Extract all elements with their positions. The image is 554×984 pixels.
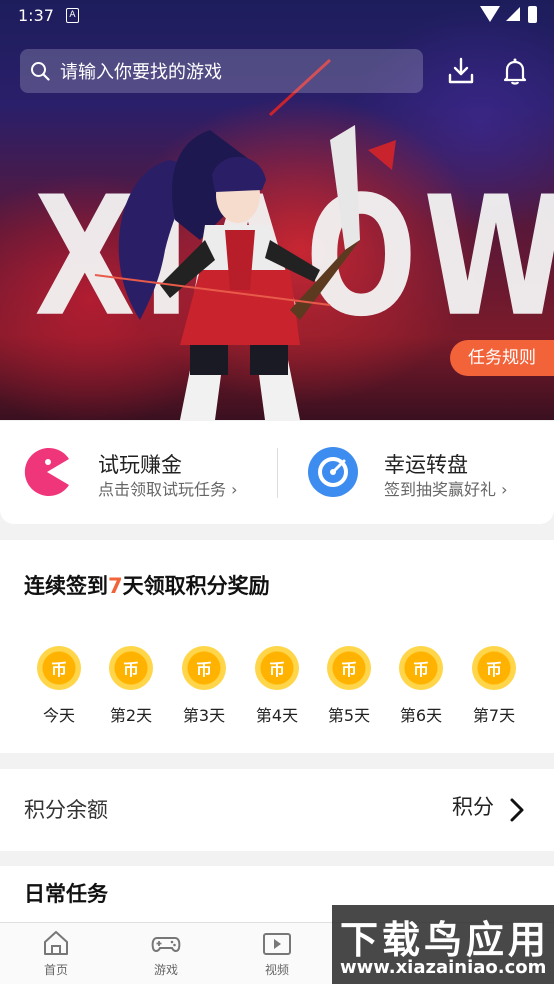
signin-title-highlight: 7: [108, 574, 123, 598]
nav-label-video: 视频: [264, 963, 289, 977]
daily-tasks-title: 日常任务: [24, 882, 108, 906]
search-icon: [31, 62, 50, 81]
signin-day-label: 第3天: [182, 706, 226, 725]
home-icon: [44, 931, 68, 955]
bell-icon[interactable]: [500, 56, 530, 86]
lucky-wheel-subtitle: 签到抽奖赢好礼 ›: [384, 480, 508, 499]
signin-day[interactable]: 币第5天: [317, 646, 381, 726]
quick-actions-card: 试玩赚金 点击领取试玩任务 › 幸运转盘 签到抽奖赢好礼 ›: [0, 421, 554, 524]
chevron-right-icon: [510, 798, 524, 822]
download-icon[interactable]: [446, 56, 476, 86]
task-rules-button[interactable]: 任务规则: [450, 340, 554, 376]
signin-day-label: 第6天: [399, 706, 443, 725]
signin-section: 连续签到7天领取积分奖励 币今天 币第2天 币第3天 币第4天 币第5天 币第6…: [0, 540, 554, 753]
wifi-icon: [480, 6, 500, 22]
signin-title-suffix: 天领取积分奖励: [122, 574, 270, 598]
coin-icon: 币: [399, 646, 443, 690]
pacman-icon: [24, 448, 72, 496]
nav-label-games: 游戏: [153, 963, 178, 977]
coin-icon: 币: [182, 646, 226, 690]
trial-earn-entry[interactable]: 试玩赚金 点击领取试玩任务 ›: [0, 421, 277, 524]
status-time: 1:37: [18, 6, 54, 25]
signin-day[interactable]: 币今天: [27, 646, 91, 726]
signin-day-label: 第5天: [327, 706, 371, 725]
trial-earn-title: 试玩赚金: [98, 453, 182, 477]
lucky-wheel-title: 幸运转盘: [384, 453, 468, 477]
signin-day[interactable]: 币第2天: [99, 646, 163, 726]
nav-item-home[interactable]: 首页: [16, 929, 96, 978]
coin-icon: 币: [109, 646, 153, 690]
signin-day[interactable]: 币第3天: [172, 646, 236, 726]
signin-day-label: 今天: [42, 706, 75, 725]
notification-indicator-icon: A: [66, 8, 79, 23]
trial-earn-subtitle: 点击领取试玩任务 ›: [98, 480, 238, 499]
points-balance-label: 积分余额: [24, 798, 108, 822]
coin-icon: 币: [327, 646, 371, 690]
battery-icon: [528, 6, 537, 23]
nav-label-home: 首页: [43, 963, 68, 977]
nav-item-video[interactable]: 视频: [237, 929, 317, 978]
signin-title: 连续签到7天领取积分奖励: [24, 570, 270, 600]
signin-day-label: 第2天: [109, 706, 153, 725]
signal-icon: [506, 7, 520, 21]
signin-days: 币今天 币第2天 币第3天 币第4天 币第5天 币第6天 币第7天: [0, 646, 554, 736]
signin-day-label: 第7天: [472, 706, 516, 725]
gamepad-icon: [151, 937, 181, 952]
signin-title-prefix: 连续签到: [24, 574, 108, 598]
signin-day[interactable]: 币第4天: [245, 646, 309, 726]
site-watermark: 下载鸟应用 www.xiazainiao.com: [332, 905, 554, 984]
hero-banner[interactable]: XIAOWAN 1:37 A: [0, 0, 554, 420]
watermark-main: 下载鸟应用: [340, 918, 551, 962]
signin-day[interactable]: 币第6天: [389, 646, 453, 726]
signin-day[interactable]: 币第7天: [462, 646, 526, 726]
lucky-wheel-entry[interactable]: 幸运转盘 签到抽奖赢好礼 ›: [277, 421, 554, 524]
nav-item-games[interactable]: 游戏: [126, 929, 206, 978]
video-icon: [263, 933, 291, 955]
points-balance-row[interactable]: 积分余额 积分: [0, 769, 554, 851]
coin-icon: 币: [37, 646, 81, 690]
signin-day-label: 第4天: [255, 706, 299, 725]
search-placeholder: 请输入你要找的游戏: [60, 62, 222, 83]
search-input[interactable]: 请输入你要找的游戏: [20, 49, 423, 93]
status-bar: 1:37 A: [0, 0, 554, 32]
coin-icon: 币: [472, 646, 516, 690]
coin-icon: 币: [255, 646, 299, 690]
watermark-sub: www.xiazainiao.com: [340, 957, 547, 978]
dial-icon: [308, 447, 358, 497]
points-balance-value: 积分: [452, 795, 494, 819]
